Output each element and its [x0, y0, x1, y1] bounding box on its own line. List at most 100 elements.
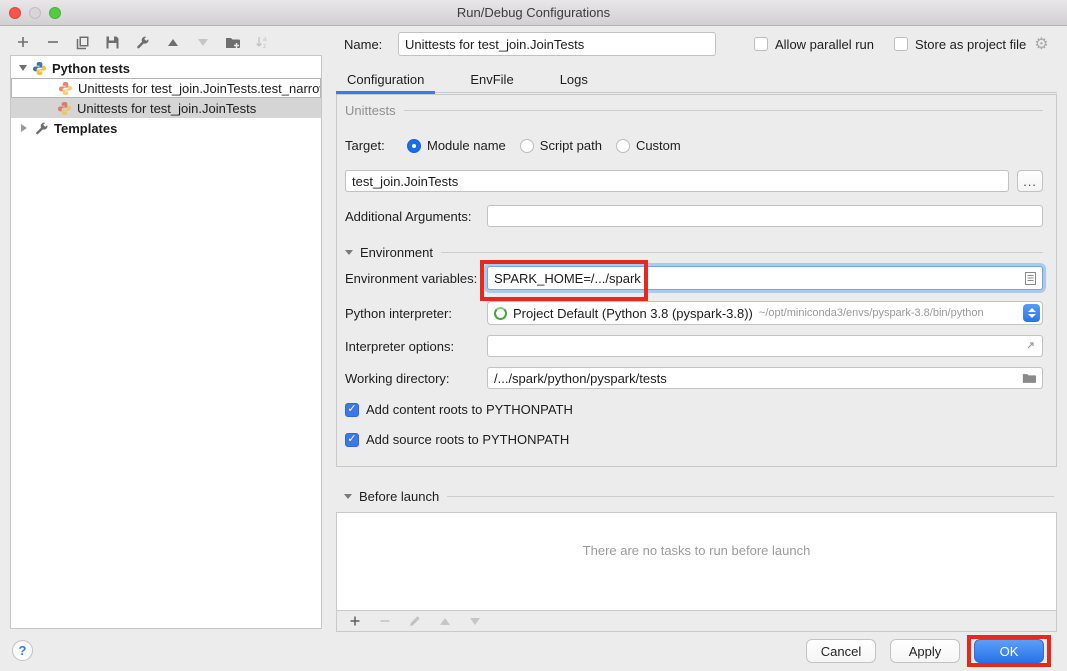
add-content-roots-row[interactable]: ✓ Add content roots to PYTHONPATH	[345, 402, 1043, 417]
additional-arguments-row: Additional Arguments:	[345, 205, 1043, 227]
additional-arguments-input[interactable]	[487, 205, 1043, 227]
working-directory-label: Working directory:	[345, 371, 487, 386]
expand-icon[interactable]	[1024, 340, 1036, 352]
save-icon[interactable]	[104, 34, 121, 51]
tab-bar: Configuration EnvFile Logs	[336, 66, 1057, 93]
tree-item-label: Unittests for test_join.JoinTests.test_n…	[78, 81, 321, 96]
python-icon	[32, 61, 47, 76]
chevron-right-icon[interactable]	[21, 124, 27, 132]
module-name-input[interactable]: test_join.JoinTests	[345, 170, 1009, 192]
move-down-icon[interactable]	[194, 34, 211, 51]
configuration-panel: Unittests Target: Module name Script pat…	[336, 94, 1057, 467]
radio-script-path[interactable]: Script path	[520, 138, 602, 153]
tree-item-label: Templates	[54, 121, 117, 136]
move-up-icon[interactable]	[436, 613, 453, 630]
module-row: test_join.JoinTests ...	[345, 170, 1043, 192]
conda-environment-icon	[494, 307, 507, 320]
sort-alphabetically-icon[interactable]: az	[254, 34, 271, 51]
interpreter-options-label: Interpreter options:	[345, 339, 487, 354]
add-icon[interactable]	[14, 34, 31, 51]
module-name-value: test_join.JoinTests	[352, 174, 458, 189]
python-test-icon	[57, 101, 72, 116]
chevron-down-icon[interactable]	[344, 494, 352, 499]
new-folder-icon[interactable]	[224, 34, 241, 51]
chevron-down-icon[interactable]	[345, 250, 353, 255]
apply-label: Apply	[909, 644, 942, 659]
target-label: Target:	[345, 138, 407, 153]
tree-item-unittests-jointests[interactable]: Unittests for test_join.JoinTests	[11, 98, 321, 118]
tree-item-label: Unittests for test_join.JoinTests	[77, 101, 256, 116]
store-as-project-file-checkbox[interactable]: Store as project file	[894, 37, 1026, 52]
radio-custom[interactable]: Custom	[616, 138, 681, 153]
interpreter-options-row: Interpreter options:	[345, 335, 1043, 357]
environment-variables-value: SPARK_HOME=/.../spark	[494, 271, 641, 286]
radio-label: Script path	[540, 138, 602, 153]
svg-text:z: z	[263, 43, 266, 50]
tree-item-unittests-narrow[interactable]: Unittests for test_join.JoinTests.test_n…	[11, 78, 321, 98]
move-down-icon[interactable]	[466, 613, 483, 630]
folder-icon[interactable]	[1022, 372, 1036, 384]
tab-envfile[interactable]: EnvFile	[459, 66, 524, 92]
name-input[interactable]	[398, 32, 716, 56]
edit-templates-icon[interactable]	[134, 34, 151, 51]
working-directory-input[interactable]: /.../spark/python/pyspark/tests	[487, 367, 1043, 389]
unittests-group-header: Unittests	[345, 103, 1043, 118]
before-launch-toolbar	[337, 610, 1056, 631]
additional-arguments-label: Additional Arguments:	[345, 209, 487, 224]
radio-selected-icon[interactable]	[407, 139, 421, 153]
environment-variables-input[interactable]: SPARK_HOME=/.../spark	[487, 266, 1043, 290]
browse-label: ...	[1023, 174, 1037, 189]
edit-variables-icon[interactable]	[1025, 272, 1036, 285]
python-interpreter-label: Python interpreter:	[345, 306, 487, 321]
name-label: Name:	[344, 37, 398, 52]
radio-icon[interactable]	[520, 139, 534, 153]
add-icon[interactable]	[346, 613, 363, 630]
remove-icon[interactable]	[376, 613, 393, 630]
checkbox-unchecked-icon[interactable]	[754, 37, 768, 51]
tree-item-label: Python tests	[52, 61, 130, 76]
allow-parallel-run-label: Allow parallel run	[775, 37, 874, 52]
working-directory-value: /.../spark/python/pyspark/tests	[494, 371, 667, 386]
window-title: Run/Debug Configurations	[0, 5, 1067, 20]
browse-button[interactable]: ...	[1017, 170, 1043, 192]
configurations-tree: Python tests Unittests for test_join.Joi…	[10, 55, 322, 629]
copy-icon[interactable]	[74, 34, 91, 51]
tab-logs[interactable]: Logs	[549, 66, 599, 92]
gear-icon[interactable]: ⚙	[1034, 34, 1048, 54]
python-interpreter-row: Python interpreter: Project Default (Pyt…	[345, 301, 1043, 325]
divider	[447, 496, 1054, 497]
remove-icon[interactable]	[44, 34, 61, 51]
apply-button[interactable]: Apply	[890, 639, 960, 663]
target-row: Target: Module name Script path Custom	[345, 138, 1043, 153]
tab-label: Logs	[560, 72, 588, 87]
checkbox-checked-icon[interactable]: ✓	[345, 433, 359, 447]
before-launch-empty-text: There are no tasks to run before launch	[337, 543, 1056, 558]
edit-icon[interactable]	[406, 613, 423, 630]
interpreter-options-input[interactable]	[487, 335, 1043, 357]
radio-module-name[interactable]: Module name	[407, 138, 506, 153]
environment-variables-label: Environment variables:	[345, 271, 487, 286]
configurations-toolbar: az	[14, 33, 271, 51]
tree-item-python-tests[interactable]: Python tests	[11, 58, 321, 78]
cancel-button[interactable]: Cancel	[806, 639, 876, 663]
allow-parallel-run-checkbox[interactable]: Allow parallel run	[754, 37, 874, 52]
radio-icon[interactable]	[616, 139, 630, 153]
environment-section-header[interactable]: Environment	[345, 245, 1043, 260]
tree-item-templates[interactable]: Templates	[11, 118, 321, 138]
chevron-down-icon[interactable]	[19, 65, 27, 71]
python-test-icon	[58, 81, 73, 96]
svg-text:a: a	[263, 36, 267, 43]
ok-button[interactable]: OK	[974, 639, 1044, 663]
python-interpreter-path: ~/opt/miniconda3/envs/pyspark-3.8/bin/py…	[759, 307, 984, 319]
checkbox-checked-icon[interactable]: ✓	[345, 403, 359, 417]
tab-configuration[interactable]: Configuration	[336, 66, 435, 92]
dropdown-stepper-icon[interactable]	[1023, 304, 1040, 322]
checkbox-unchecked-icon[interactable]	[894, 37, 908, 51]
store-as-project-file-label: Store as project file	[915, 37, 1026, 52]
python-interpreter-select[interactable]: Project Default (Python 3.8 (pyspark-3.8…	[487, 301, 1043, 325]
before-launch-header[interactable]: Before launch	[344, 489, 1054, 504]
move-up-icon[interactable]	[164, 34, 181, 51]
divider	[441, 252, 1043, 253]
help-button[interactable]: ?	[12, 640, 33, 661]
add-source-roots-row[interactable]: ✓ Add source roots to PYTHONPATH	[345, 432, 1043, 447]
